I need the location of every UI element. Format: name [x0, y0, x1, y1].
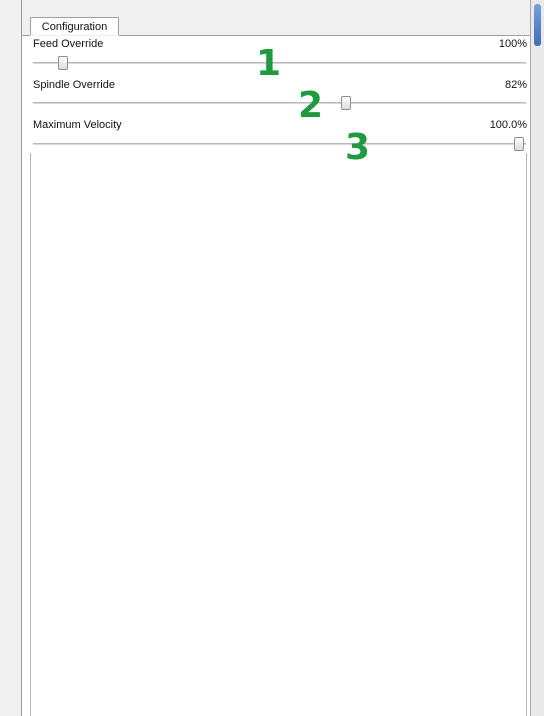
callout-2: 2 — [298, 85, 324, 126]
vertical-scrollbar[interactable] — [530, 0, 544, 716]
configuration-panel — [22, 36, 530, 716]
tab-configuration[interactable]: Configuration — [30, 17, 119, 35]
feed-override-value: 100% — [498, 38, 527, 50]
callout-1: 1 — [256, 43, 282, 84]
maximum-velocity-track[interactable] — [33, 143, 526, 145]
spindle-override-track[interactable] — [33, 102, 526, 104]
maximum-velocity-slider-handle[interactable] — [514, 137, 524, 151]
feed-override-slider-handle[interactable] — [58, 56, 68, 70]
panel-inner-right-border — [526, 153, 527, 716]
spindle-override-label: Spindle Override — [33, 79, 115, 91]
scrollbar-thumb[interactable] — [534, 4, 541, 46]
panel-inner-left-border — [30, 153, 31, 716]
callout-3: 3 — [345, 127, 371, 168]
maximum-velocity-label: Maximum Velocity — [33, 119, 122, 131]
maximum-velocity-value: 100.0% — [489, 119, 527, 131]
spindle-override-value: 82% — [504, 79, 527, 91]
feed-override-label: Feed Override — [33, 38, 104, 50]
app-window: Configuration Feed Override 100% 1 Spind… — [0, 0, 544, 716]
spindle-override-slider-handle[interactable] — [341, 96, 351, 110]
